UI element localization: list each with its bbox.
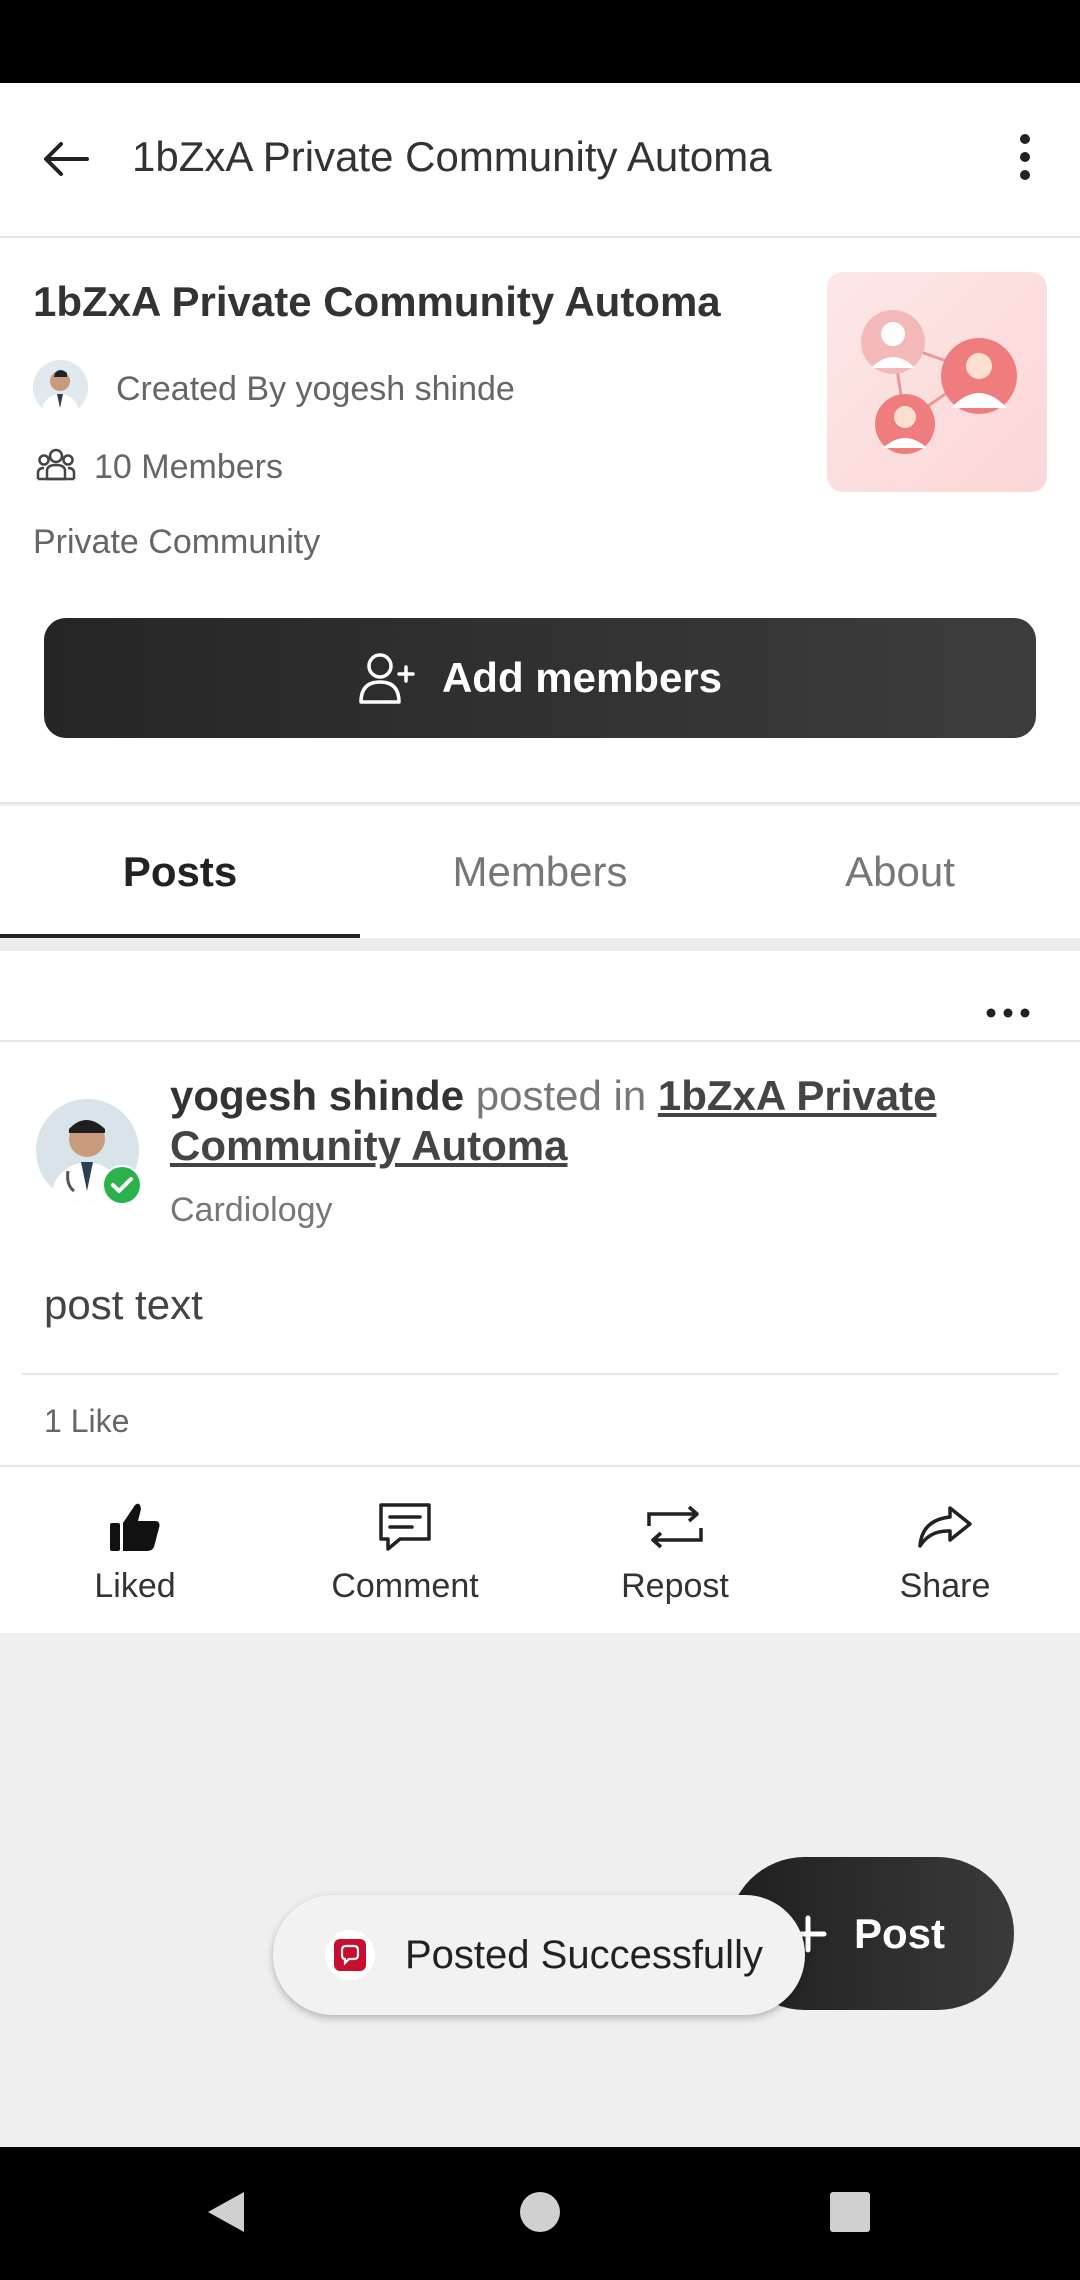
post-header: yogesh shinde posted in 1bZxA Private Co… [170,1071,1030,1171]
post-card: yogesh shinde posted in 1bZxA Private Co… [0,951,1080,1633]
like-label: Liked [94,1567,176,1605]
comment-label: Comment [331,1567,479,1605]
nav-back-icon [208,2192,244,2232]
members-count[interactable]: 10 Members [94,448,283,487]
nav-home-button[interactable] [500,2177,580,2247]
repost-icon [647,1505,703,1549]
comment-icon [379,1503,431,1551]
create-post-label: Post [854,1909,946,1957]
share-icon [918,1506,972,1548]
members-icon [36,448,76,481]
app-bar: 1bZxA Private Community Automa [0,83,1080,238]
divider [22,1373,1058,1375]
nav-home-icon [520,2192,560,2232]
tab-members[interactable]: Members [360,806,720,938]
more-horizontal-icon [986,1008,1030,1018]
created-by-text: Created By yogesh shinde [116,370,515,408]
app-logo-icon [325,1930,375,1980]
toast-message: Posted Successfully [273,1895,805,2015]
repost-label: Repost [621,1567,729,1605]
system-nav-bar [0,2147,1080,2280]
thumbs-up-icon [110,1503,160,1551]
post-body: post text [44,1281,203,1328]
community-cover-image [827,272,1047,492]
privacy-label: Private Community [33,523,321,561]
comment-button[interactable]: Comment [270,1491,540,1611]
overflow-menu-button[interactable] [1000,127,1050,187]
nav-recents-icon [830,2192,870,2232]
more-vertical-icon [1020,134,1030,180]
page-title: 1bZxA Private Community Automa [132,133,772,180]
tab-about[interactable]: About [720,806,1080,938]
tab-bar: Posts Members About [0,806,1080,938]
divider [0,1040,1080,1042]
author-specialty: Cardiology [170,1191,333,1229]
back-button[interactable] [36,129,96,189]
community-name: 1bZxA Private Community Automa [33,278,721,325]
back-arrow-icon [44,142,89,176]
share-button[interactable]: Share [810,1491,1080,1611]
verified-badge-icon [102,1165,142,1205]
add-members-label: Add members [441,654,723,701]
nav-recents-button[interactable] [810,2177,890,2247]
nav-back-button[interactable] [186,2177,266,2247]
author-avatar[interactable] [36,1099,142,1205]
likes-count[interactable]: 1 Like [44,1403,129,1440]
divider [0,1465,1080,1467]
author-name[interactable]: yogesh shinde [170,1072,464,1119]
repost-button[interactable]: Repost [540,1491,810,1611]
toast-text: Posted Successfully [405,1932,763,1977]
divider [0,938,1080,951]
tab-posts[interactable]: Posts [0,806,360,938]
like-button[interactable]: Liked [0,1491,270,1611]
add-user-icon [359,653,415,704]
post-actions: Liked Comment Repost Share [0,1491,1080,1611]
share-label: Share [899,1567,991,1605]
post-options-button[interactable] [978,1001,1038,1025]
community-header: 1bZxA Private Community Automa Created B… [0,238,1080,804]
status-bar [0,0,1080,83]
posted-in-text: posted in [475,1072,647,1119]
creator-avatar[interactable] [33,360,88,415]
add-members-button[interactable]: Add members [44,618,1036,738]
